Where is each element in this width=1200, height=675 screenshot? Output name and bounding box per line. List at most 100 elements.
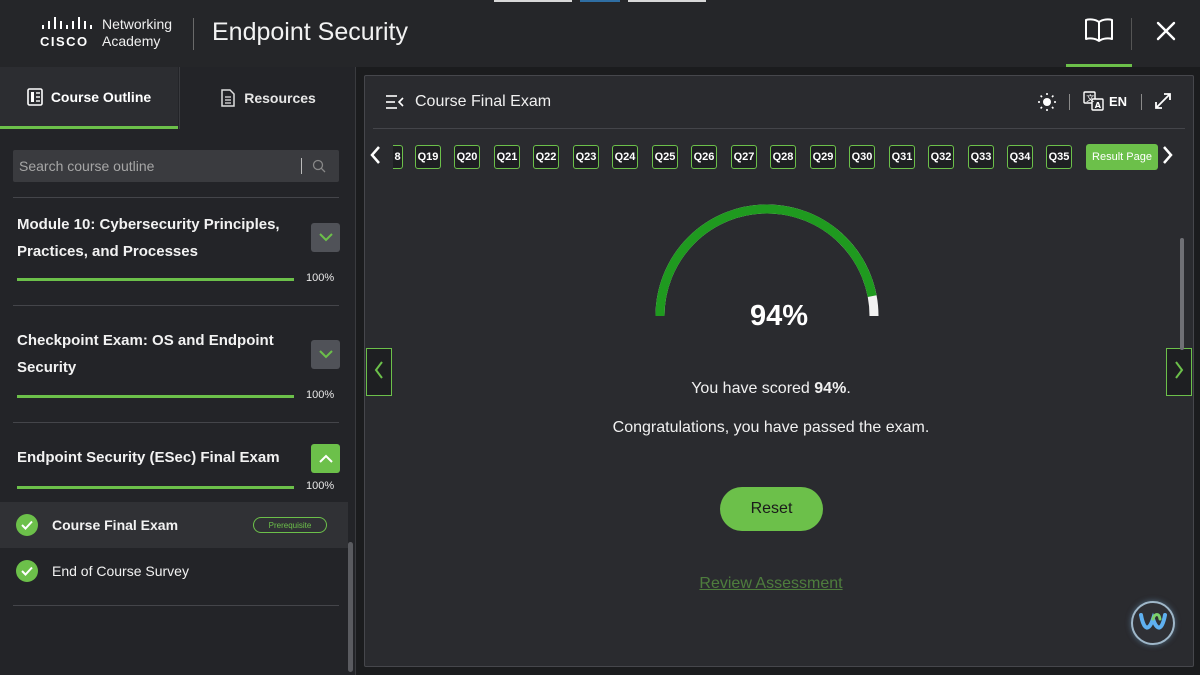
window-strip bbox=[580, 0, 620, 2]
sidebar-tabs: Course Outline Resources bbox=[0, 67, 356, 129]
brightness-icon[interactable] bbox=[1037, 92, 1057, 112]
language-label[interactable]: EN bbox=[1109, 94, 1127, 109]
question-button[interactable]: Q33 bbox=[968, 145, 994, 169]
panel-header: Course Final Exam 文A EN bbox=[365, 76, 1193, 128]
chevron-right-icon bbox=[1174, 360, 1184, 385]
search-divider bbox=[301, 158, 302, 174]
logo-line-2: Academy bbox=[102, 33, 161, 49]
chevron-left-icon[interactable] bbox=[369, 145, 381, 165]
search-icon[interactable] bbox=[312, 159, 326, 173]
question-button[interactable]: 8 bbox=[393, 145, 403, 169]
question-button[interactable]: Q31 bbox=[889, 145, 915, 169]
progress-fill bbox=[17, 278, 294, 281]
header-separator bbox=[1069, 94, 1070, 110]
expand-toggle[interactable] bbox=[311, 223, 340, 252]
question-button[interactable]: Q27 bbox=[731, 145, 757, 169]
book-button[interactable] bbox=[1066, 0, 1132, 67]
outline-item-end-of-course-survey[interactable]: End of Course Survey bbox=[0, 548, 348, 594]
question-button[interactable]: Q24 bbox=[612, 145, 638, 169]
question-button[interactable]: Q25 bbox=[652, 145, 678, 169]
cisco-logo[interactable]: CISCO Networking Academy bbox=[40, 14, 180, 54]
question-button[interactable]: Q22 bbox=[533, 145, 559, 169]
next-page-button[interactable] bbox=[1166, 348, 1192, 396]
question-button[interactable]: Q32 bbox=[928, 145, 954, 169]
module-progress-label: 100% bbox=[306, 389, 335, 401]
chevron-down-icon bbox=[318, 229, 333, 247]
reset-button[interactable]: Reset bbox=[720, 487, 823, 531]
collapse-toggle[interactable] bbox=[311, 444, 340, 473]
window-strip bbox=[628, 0, 706, 2]
tab-course-outline[interactable]: Course Outline bbox=[0, 67, 178, 129]
question-button[interactable]: Q23 bbox=[573, 145, 599, 169]
question-button[interactable]: Q21 bbox=[494, 145, 520, 169]
question-button[interactable]: Q19 bbox=[415, 145, 441, 169]
question-button[interactable]: Q35 bbox=[1046, 145, 1072, 169]
score-value: 94% bbox=[749, 300, 809, 332]
search-input[interactable] bbox=[19, 158, 299, 174]
translate-icon[interactable]: 文A bbox=[1083, 91, 1105, 111]
close-button[interactable] bbox=[1132, 0, 1200, 67]
score-message-prefix: You have scored bbox=[691, 380, 810, 397]
module-progress-bar bbox=[17, 486, 294, 489]
module-title: Endpoint Security (ESec) Final Exam bbox=[17, 449, 280, 466]
prerequisite-badge: Prerequisite bbox=[253, 517, 327, 533]
question-button[interactable]: Q30 bbox=[849, 145, 875, 169]
module-title: Module 10: Cybersecurity Principles, Pra… bbox=[17, 216, 280, 260]
progress-fill bbox=[17, 486, 294, 489]
header-separator bbox=[1141, 94, 1142, 110]
result-page-button[interactable]: Result Page bbox=[1086, 144, 1158, 170]
window-strip bbox=[494, 0, 572, 2]
divider bbox=[13, 605, 339, 606]
close-icon bbox=[1156, 21, 1176, 46]
module-title: Checkpoint Exam: OS and Endpoint Securit… bbox=[17, 332, 274, 376]
question-navigator: 8 Q19 Q20 Q21 Q22 Q23 Q24 Q25 Q26 Q27 Q2… bbox=[365, 140, 1193, 172]
divider bbox=[13, 422, 339, 423]
outline-item-label: Course Final Exam bbox=[52, 517, 179, 533]
tab-label: Course Outline bbox=[50, 88, 152, 105]
top-bar: CISCO Networking Academy Endpoint Securi… bbox=[0, 0, 1200, 67]
expand-toggle[interactable] bbox=[311, 340, 340, 369]
svg-text:A: A bbox=[1095, 101, 1102, 110]
question-button[interactable]: Q20 bbox=[454, 145, 480, 169]
chevron-up-icon bbox=[318, 450, 333, 468]
logo-text: Networking Academy bbox=[102, 16, 172, 50]
question-button[interactable]: Q34 bbox=[1007, 145, 1033, 169]
app-title: Endpoint Security bbox=[212, 18, 408, 46]
outline-item-label: End of Course Survey bbox=[52, 563, 189, 579]
exam-panel: Course Final Exam 文A EN 8 Q19 Q20 Q21 Q2… bbox=[364, 75, 1194, 667]
logo-brand: CISCO bbox=[40, 34, 89, 49]
divider bbox=[13, 305, 339, 306]
progress-fill bbox=[17, 395, 294, 398]
sidebar-scrollbar[interactable] bbox=[348, 542, 353, 672]
previous-page-button[interactable] bbox=[366, 348, 392, 396]
check-circle-icon bbox=[16, 514, 38, 536]
score-message-value: 94% bbox=[814, 380, 847, 397]
module-progress-bar bbox=[17, 395, 294, 398]
check-circle-icon bbox=[16, 560, 38, 582]
panel-title: Course Final Exam bbox=[415, 93, 552, 110]
chevron-right-icon[interactable] bbox=[1162, 145, 1174, 165]
module-progress-label: 100% bbox=[306, 480, 335, 492]
content-scrollbar[interactable] bbox=[1180, 238, 1184, 350]
document-icon bbox=[220, 89, 236, 107]
logo-line-1: Networking bbox=[102, 16, 173, 32]
cisco-bars-icon bbox=[42, 17, 102, 29]
question-button[interactable]: Q28 bbox=[770, 145, 796, 169]
chevron-left-icon bbox=[374, 360, 384, 385]
outline-item-course-final-exam[interactable]: Course Final Exam Prerequisite bbox=[0, 502, 348, 548]
tab-resources[interactable]: Resources bbox=[179, 67, 356, 129]
module-progress-bar bbox=[17, 278, 294, 281]
question-button[interactable]: Q26 bbox=[691, 145, 717, 169]
tab-label: Resources bbox=[244, 90, 316, 106]
score-message: You have scored 94%. bbox=[365, 380, 1177, 398]
header-divider bbox=[193, 18, 194, 50]
search-box bbox=[13, 150, 339, 182]
module-progress-label: 100% bbox=[306, 272, 335, 284]
review-assessment-link[interactable]: Review Assessment bbox=[365, 575, 1177, 593]
svg-text:文: 文 bbox=[1086, 93, 1094, 103]
question-button[interactable]: Q29 bbox=[810, 145, 836, 169]
webex-assistant-button[interactable] bbox=[1131, 601, 1175, 645]
score-message-suffix: . bbox=[846, 380, 851, 397]
fullscreen-icon[interactable] bbox=[1154, 92, 1172, 110]
collapse-menu-icon[interactable] bbox=[385, 93, 405, 111]
